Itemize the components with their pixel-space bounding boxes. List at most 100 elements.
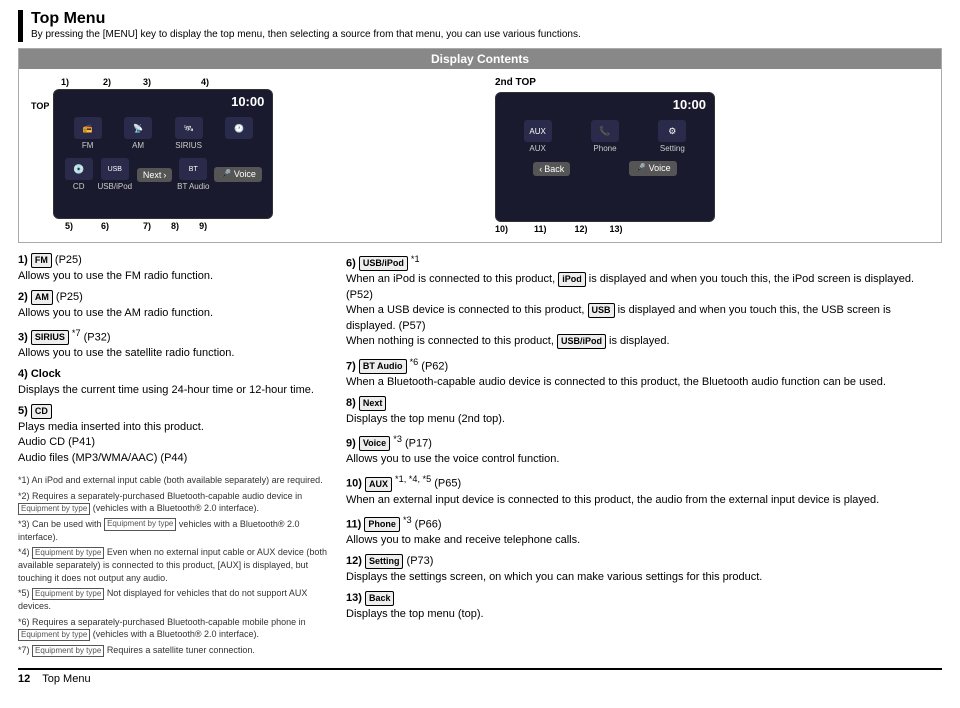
setting-icon-box: ⚙	[658, 120, 686, 142]
sirius-label: SIRIUS	[175, 141, 202, 150]
item5-num: 5)	[18, 405, 28, 417]
item12-btn: Setting	[365, 554, 404, 569]
item9-num: 9)	[346, 438, 356, 450]
am-icon-btn[interactable]: 📡 AM	[124, 117, 152, 150]
item7-text: When a Bluetooth-capable audio device is…	[346, 376, 886, 388]
item6-btn: USB/iPod	[359, 256, 408, 271]
item-12: 12) Setting (P73) Displays the settings …	[346, 554, 942, 585]
phone-icon-box: 📞	[591, 120, 619, 142]
item11-btn: Phone	[364, 517, 400, 532]
item-2: 2) AM (P25) Allows you to use the AM rad…	[18, 290, 328, 321]
fn2-badge: Equipment by type	[18, 503, 90, 515]
main-content: 1) FM (P25) Allows you to use the FM rad…	[18, 253, 942, 660]
num-10: 10)	[495, 224, 508, 234]
item7-sup: *6	[410, 357, 419, 367]
aux-icon-btn[interactable]: AUX AUX	[524, 120, 552, 153]
num-13: 13)	[610, 224, 623, 234]
item11-num: 11)	[346, 519, 361, 531]
cd-icon-box: 💿	[65, 158, 93, 180]
bt-audio-icon-box: BT	[179, 158, 207, 180]
fn2-text: *2) Requires a separately-purchased Blue…	[18, 491, 302, 501]
item6-num: 6)	[346, 258, 356, 270]
display-contents-header: Display Contents	[19, 49, 941, 69]
item3-sup: *7	[72, 328, 81, 338]
item-11: 11) Phone *3 (P66) Allows you to make an…	[346, 514, 942, 548]
item6-text3: When a USB device is connected to this p…	[346, 304, 584, 316]
item6-btn4: USB/iPod	[557, 334, 606, 349]
item4-text: Displays the current time using 24-hour …	[18, 384, 314, 396]
clock-icon-box: 🕐	[225, 117, 253, 139]
item-7: 7) BT Audio *6 (P62) When a Bluetooth-ca…	[346, 356, 942, 390]
mic-icon: 🎤	[220, 169, 231, 179]
fn6-cont: (vehicles with a Bluetooth® 2.0 interfac…	[93, 629, 259, 639]
top-screen-mock: 10:00 📻 FM 📡 AM	[53, 89, 273, 219]
back-arrow-icon: ‹	[539, 164, 542, 174]
item6-ref1: (P52)	[346, 289, 373, 301]
second-screen-title: 2nd TOP	[495, 77, 929, 88]
back-button-screen[interactable]: ‹ Back	[533, 162, 570, 176]
fn7-cont: Requires a satellite tuner connection.	[107, 645, 255, 655]
fn6-text: *6) Requires a separately-purchased Blue…	[18, 617, 306, 627]
item12-text: Displays the settings screen, on which y…	[346, 571, 762, 583]
back-label: Back	[544, 164, 564, 174]
item3-ref: (P32)	[84, 332, 111, 344]
num-5: 5)	[65, 221, 73, 231]
usb-ipod-icon-box: USB	[101, 158, 129, 180]
num-label-3: 3)	[143, 77, 151, 87]
item9-btn: Voice	[359, 436, 390, 451]
fn5-text: *5)	[18, 588, 30, 598]
sirius-icon-btn[interactable]: 🛰 SIRIUS	[175, 117, 203, 150]
fn5-badge: Equipment by type	[32, 588, 104, 600]
item8-text: Displays the top menu (2nd top).	[346, 413, 505, 425]
bt-audio-icon-btn[interactable]: BT BT Audio	[177, 158, 209, 191]
item-4: 4) Clock Displays the current time using…	[18, 367, 328, 398]
fn1-text: *1) An iPod and external input cable (bo…	[18, 475, 323, 485]
footnotes-left: *1) An iPod and external input cable (bo…	[18, 474, 328, 657]
setting-icon-btn[interactable]: ⚙ Setting	[658, 120, 686, 153]
item2-ref: (P25)	[56, 291, 83, 303]
second-screen-mock: 10:00 AUX AUX 📞 Phone ⚙ Setting	[495, 92, 715, 222]
num-7: 7)	[143, 221, 151, 231]
item6-text6: is displayed.	[609, 335, 670, 347]
item10-num: 10)	[346, 478, 362, 490]
fn3: *3) Can be used with Equipment by type v…	[18, 518, 328, 543]
item8-btn: Next	[359, 396, 387, 411]
bottom-num-labels: 5) 6) 7) 8) 9)	[31, 221, 465, 231]
item13-text: Displays the top menu (top).	[346, 608, 484, 620]
top-icons-row: 📻 FM 📡 AM 🛰	[54, 113, 272, 154]
next-arrow-icon: ›	[163, 170, 166, 180]
cd-icon-btn[interactable]: 💿 CD	[65, 158, 93, 191]
item-13: 13) Back Displays the top menu (top).	[346, 591, 942, 622]
item10-ref: (P65)	[434, 478, 461, 490]
voice-label: Voice	[234, 169, 256, 179]
voice-button-2nd-screen[interactable]: 🎤 Voice	[629, 161, 677, 176]
fn7: *7) Equipment by type Requires a satelli…	[18, 644, 328, 657]
item6-ref2: (P57)	[399, 320, 426, 332]
setting-label: Setting	[660, 144, 685, 153]
second-screen-top-bar: 10:00	[496, 93, 714, 116]
num-11: 11)	[534, 224, 547, 234]
item6-btn3: USB	[588, 303, 615, 318]
usb-ipod-icon-btn[interactable]: USB USB/iPod	[97, 158, 132, 191]
fn6: *6) Requires a separately-purchased Blue…	[18, 616, 328, 641]
item-9: 9) Voice *3 (P17) Allows you to use the …	[346, 433, 942, 467]
num-label-2: 2)	[103, 77, 111, 87]
item13-btn: Back	[365, 591, 395, 606]
item10-sup: *1, *4, *5	[395, 474, 431, 484]
item-10: 10) AUX *1, *4, *5 (P65) When an externa…	[346, 473, 942, 507]
screen-bottom-row: 💿 CD USB USB/iPod Next › BT	[54, 154, 272, 195]
voice-2nd-label: Voice	[649, 163, 671, 173]
voice-button-screen[interactable]: 🎤 Voice	[214, 167, 262, 182]
fm-icon-btn[interactable]: 📻 FM	[74, 117, 102, 150]
item4-num: 4)	[18, 368, 28, 380]
item1-ref: (P25)	[55, 254, 82, 266]
fm-icon-box: 📻	[74, 117, 102, 139]
phone-icon-btn[interactable]: 📞 Phone	[591, 120, 619, 153]
fn4-text: *4)	[18, 547, 30, 557]
page-subtitle: By pressing the [MENU] key to display th…	[31, 28, 942, 42]
second-bottom-labels: 10) 11) 12) 13)	[495, 224, 929, 234]
next-button-screen[interactable]: Next ›	[137, 168, 173, 182]
item1-num: 1)	[18, 254, 28, 266]
num-9: 9)	[199, 221, 207, 231]
item-8: 8) Next Displays the top menu (2nd top).	[346, 396, 942, 427]
